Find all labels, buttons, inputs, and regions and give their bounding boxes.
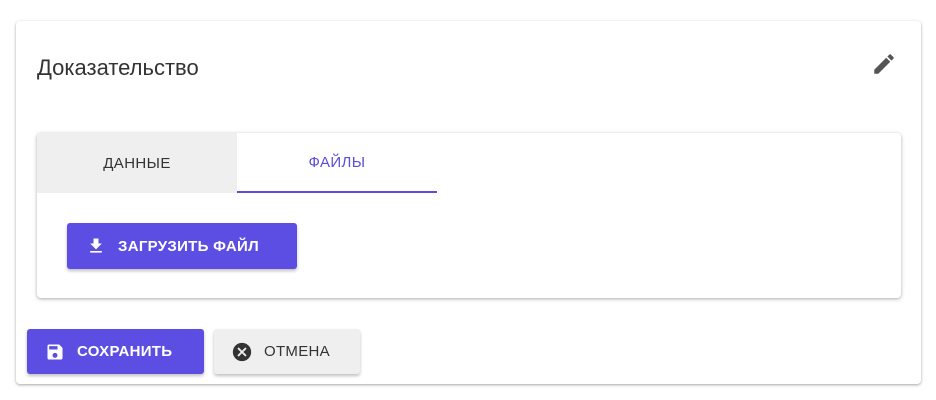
upload-file-button[interactable]: ЗАГРУЗИТЬ ФАЙЛ — [67, 223, 297, 269]
tab-bar: ДАННЫЕ ФАЙЛЫ — [37, 133, 901, 193]
cancel-label: ОТМЕНА — [264, 343, 330, 360]
evidence-card: Доказательство ДАННЫЕ ФАЙЛЫ ЗАГРУЗИТЬ ФА… — [16, 21, 921, 384]
tab-data[interactable]: ДАННЫЕ — [37, 133, 237, 193]
edit-button[interactable] — [869, 49, 899, 79]
card-title: Доказательство — [37, 55, 199, 80]
close-circle-icon — [231, 341, 253, 363]
upload-file-label: ЗАГРУЗИТЬ ФАЙЛ — [118, 237, 259, 255]
cancel-button[interactable]: ОТМЕНА — [214, 329, 360, 374]
save-label: СОХРАНИТЬ — [77, 343, 173, 360]
download-icon — [85, 235, 107, 257]
tab-files[interactable]: ФАЙЛЫ — [237, 133, 437, 193]
floppy-disk-icon — [44, 341, 66, 363]
tabs-panel: ДАННЫЕ ФАЙЛЫ ЗАГРУЗИТЬ ФАЙЛ — [37, 133, 901, 298]
pencil-icon — [874, 54, 894, 74]
save-button[interactable]: СОХРАНИТЬ — [27, 329, 204, 374]
